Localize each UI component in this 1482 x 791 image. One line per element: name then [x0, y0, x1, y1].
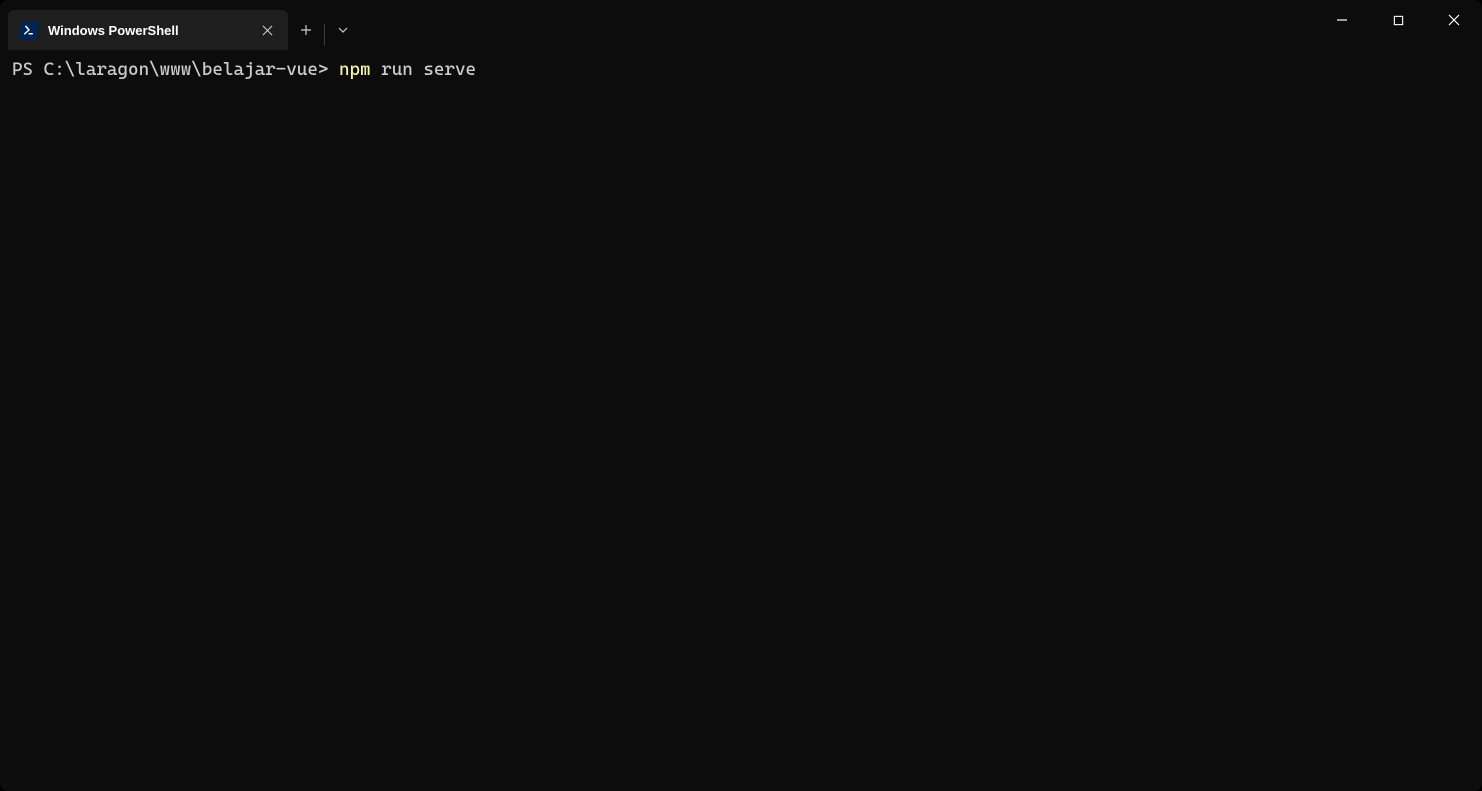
tab-area: Windows PowerShell: [0, 0, 361, 50]
chevron-down-icon: [337, 24, 349, 36]
minimize-button[interactable]: [1314, 0, 1370, 40]
command-args: run serve: [381, 58, 476, 82]
tab-title: Windows PowerShell: [48, 23, 248, 38]
titlebar: Windows PowerShell: [0, 0, 1482, 50]
terminal-line: PS C:\laragon\www\belajar-vue> npm run s…: [12, 58, 1470, 82]
close-button[interactable]: [1426, 0, 1482, 40]
terminal-window: Windows PowerShell: [0, 0, 1482, 791]
new-tab-button[interactable]: [288, 10, 324, 50]
powershell-icon: [20, 21, 38, 39]
active-tab[interactable]: Windows PowerShell: [8, 10, 288, 50]
close-icon: [1448, 14, 1460, 26]
tab-dropdown-button[interactable]: [325, 10, 361, 50]
window-controls: [1314, 0, 1482, 40]
minimize-icon: [1336, 14, 1348, 26]
plus-icon: [300, 24, 312, 36]
prompt-text: PS C:\laragon\www\belajar-vue>: [12, 58, 339, 82]
command-name: npm: [339, 58, 381, 82]
maximize-icon: [1393, 15, 1404, 26]
terminal-body[interactable]: PS C:\laragon\www\belajar-vue> npm run s…: [0, 50, 1482, 791]
maximize-button[interactable]: [1370, 0, 1426, 40]
tab-close-button[interactable]: [258, 21, 276, 39]
